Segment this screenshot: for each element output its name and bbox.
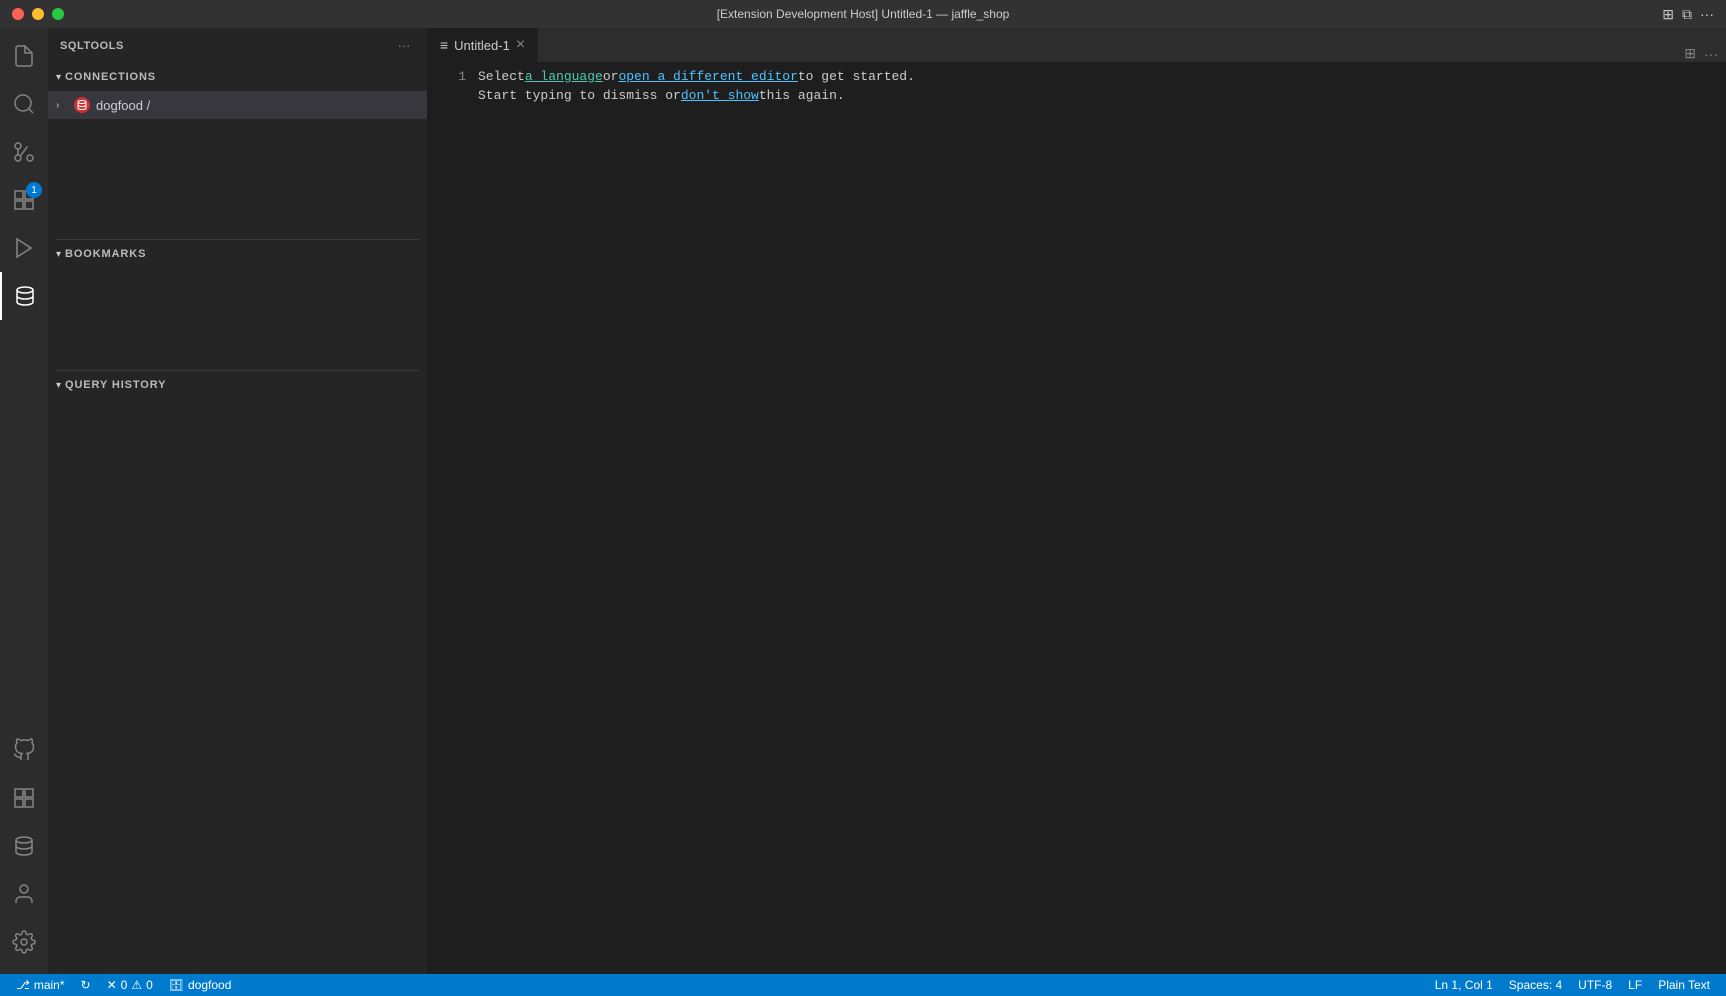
extensions-badge: 1 — [26, 182, 42, 198]
connections-section-label: CONNECTIONS — [65, 71, 156, 83]
line-numbers: 1 — [428, 63, 478, 974]
text-typing: Start typing to dismiss or — [478, 86, 681, 105]
window-title: [Extension Development Host] Untitled-1 … — [717, 7, 1010, 21]
account-icon[interactable] — [0, 870, 48, 918]
main-layout: 1 — [0, 28, 1726, 974]
branch-icon: ⎇ — [16, 978, 30, 992]
warning-icon: ⚠ — [131, 978, 142, 992]
sidebar: SQLTOOLS ··· ▾ CONNECTIONS › d — [48, 28, 428, 974]
query-history-chevron-icon: ▾ — [56, 380, 61, 391]
split-editor-icon[interactable]: ⊞ — [1684, 45, 1696, 62]
database-bottom-icon[interactable] — [0, 822, 48, 870]
connections-chevron-icon: ▾ — [56, 72, 61, 83]
editor-line-2: Start typing to dismiss or don't show th… — [478, 86, 1726, 105]
link-open-editor[interactable]: open a different editor — [618, 67, 797, 86]
window-controls[interactable] — [12, 8, 64, 20]
encoding-status[interactable]: UTF-8 — [1570, 974, 1620, 996]
extensions-icon[interactable]: 1 — [0, 176, 48, 224]
errors-status[interactable]: ✕ 0 ⚠ 0 — [99, 974, 161, 996]
editor-text[interactable]: Select a language or open a different ed… — [478, 63, 1726, 974]
sidebar-actions: ··· — [393, 35, 415, 57]
status-right: Ln 1, Col 1 Spaces: 4 UTF-8 LF Plain Tex… — [1427, 974, 1718, 996]
query-history-section-label: QUERY HISTORY — [65, 379, 166, 391]
branch-status[interactable]: ⎇ main* — [8, 974, 73, 996]
indentation-status[interactable]: Spaces: 4 — [1501, 974, 1570, 996]
tab-label: Untitled-1 — [454, 38, 510, 53]
layout-icon[interactable]: ⊞ — [1662, 6, 1674, 23]
extensions-puzzle-icon[interactable] — [0, 774, 48, 822]
error-icon: ✕ — [107, 978, 117, 992]
status-left: ⎇ main* ↻ ✕ 0 ⚠ 0 🗄 dogfood — [8, 974, 239, 996]
source-control-icon[interactable] — [0, 128, 48, 176]
text-again: this again. — [759, 86, 845, 105]
sidebar-title: SQLTOOLS — [60, 40, 124, 52]
line-number-1: 1 — [428, 67, 466, 86]
connections-section: ▾ CONNECTIONS › dogfood / 🔌 — [48, 63, 427, 119]
db-connection-status[interactable]: 🗄 dogfood — [161, 974, 240, 996]
line-ending-status[interactable]: LF — [1620, 974, 1650, 996]
tab-bar: ≡ Untitled-1 × ⊞ ··· — [428, 28, 1726, 63]
branch-name: main* — [34, 978, 65, 992]
connections-section-header[interactable]: ▾ CONNECTIONS — [48, 63, 427, 91]
error-count: 0 — [121, 978, 128, 992]
bookmarks-chevron-icon: ▾ — [56, 249, 61, 260]
files-icon[interactable] — [0, 32, 48, 80]
query-history-section-header[interactable]: ▾ QUERY HISTORY — [48, 371, 427, 399]
run-icon[interactable] — [0, 224, 48, 272]
sqltools-icon[interactable] — [0, 272, 48, 320]
text-started: to get started. — [798, 67, 915, 86]
bookmarks-section: ▾ BOOKMARKS — [48, 240, 427, 370]
titlebar: [Extension Development Host] Untitled-1 … — [0, 0, 1726, 28]
line-ending-text: LF — [1628, 978, 1642, 992]
maximize-button[interactable] — [52, 8, 64, 20]
sidebar-header: SQLTOOLS ··· — [48, 28, 427, 63]
link-dont-show[interactable]: don't show — [681, 86, 759, 105]
connection-name: dogfood / — [96, 98, 419, 113]
db-icon: 🗄 — [169, 978, 184, 992]
tab-close-button[interactable]: × — [516, 37, 525, 53]
tab-bar-actions: ⊞ ··· — [1676, 45, 1726, 62]
status-bar: ⎇ main* ↻ ✕ 0 ⚠ 0 🗄 dogfood Ln 1, Col 1 … — [0, 974, 1726, 996]
connection-connect-icon[interactable]: 🔌 — [402, 97, 419, 114]
github-icon[interactable] — [0, 726, 48, 774]
bookmarks-section-label: BOOKMARKS — [65, 248, 146, 260]
bookmarks-section-header[interactable]: ▾ BOOKMARKS — [48, 240, 427, 268]
cursor-position-status[interactable]: Ln 1, Col 1 — [1427, 974, 1501, 996]
text-select: Select — [478, 67, 525, 86]
search-icon[interactable] — [0, 80, 48, 128]
connection-expand-icon: › — [56, 100, 70, 111]
activity-bottom — [0, 726, 48, 974]
connection-item-dogfood[interactable]: › dogfood / 🔌 — [48, 91, 427, 119]
titlebar-right: ⊞ ⧉ ··· — [1662, 6, 1714, 23]
editor-content[interactable]: 1 Select a language or open a different … — [428, 63, 1726, 974]
tab-file-icon: ≡ — [440, 37, 448, 53]
language-mode-text: Plain Text — [1658, 978, 1710, 992]
query-history-section: ▾ QUERY HISTORY — [48, 371, 427, 974]
more-icon[interactable]: ··· — [1700, 6, 1714, 22]
close-button[interactable] — [12, 8, 24, 20]
encoding-text: UTF-8 — [1578, 978, 1612, 992]
tab-untitled-1[interactable]: ≡ Untitled-1 × — [428, 28, 538, 62]
indentation-text: Spaces: 4 — [1509, 978, 1562, 992]
cursor-position-text: Ln 1, Col 1 — [1435, 978, 1493, 992]
activity-bar: 1 — [0, 28, 48, 974]
link-language[interactable]: a language — [525, 67, 603, 86]
settings-icon[interactable] — [0, 918, 48, 966]
language-mode-status[interactable]: Plain Text — [1650, 974, 1718, 996]
editor-area: ≡ Untitled-1 × ⊞ ··· 1 Select a language… — [428, 28, 1726, 974]
sync-status[interactable]: ↻ — [73, 974, 99, 996]
text-or: or — [603, 67, 619, 86]
minimize-button[interactable] — [32, 8, 44, 20]
connection-db-icon — [74, 97, 90, 113]
split-icon[interactable]: ⧉ — [1682, 6, 1692, 23]
more-tab-actions-icon[interactable]: ··· — [1704, 46, 1718, 62]
editor-line-1: Select a language or open a different ed… — [478, 67, 1726, 86]
warning-count: 0 — [146, 978, 153, 992]
db-name: dogfood — [188, 978, 231, 992]
more-actions-button[interactable]: ··· — [393, 35, 415, 57]
sync-icon: ↻ — [81, 978, 91, 992]
